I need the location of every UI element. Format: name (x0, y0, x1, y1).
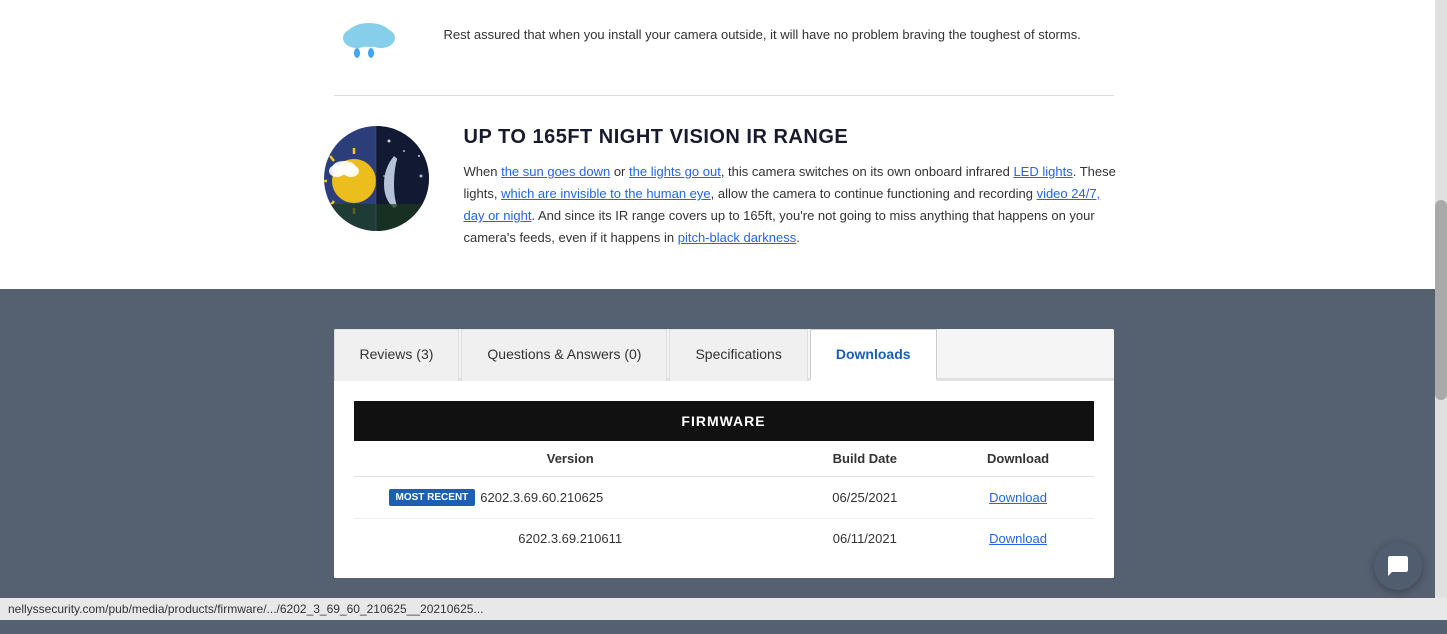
col-version: Version (354, 441, 787, 477)
download-link-1[interactable]: Download (989, 490, 1047, 505)
tabs-container: Reviews (3) Questions & Answers (0) Spec… (334, 329, 1114, 578)
tab-downloads[interactable]: Downloads (810, 329, 937, 381)
build-date-1: 06/25/2021 (787, 477, 943, 519)
tab-qa[interactable]: Questions & Answers (0) (461, 329, 667, 381)
version-number-1: 6202.3.69.60.210625 (480, 490, 603, 505)
night-vision-icon (324, 126, 434, 231)
tab-specifications[interactable]: Specifications (669, 329, 807, 381)
download-cell-1: Download (943, 477, 1094, 519)
night-vision-row: UP TO 165FT NIGHT VISION IR RANGE When t… (324, 126, 1124, 249)
firmware-table: Version Build Date Download MOST RECENT … (354, 441, 1094, 558)
build-date-2: 06/11/2021 (787, 519, 943, 559)
tabs-nav: Reviews (3) Questions & Answers (0) Spec… (334, 329, 1114, 381)
chat-button[interactable] (1374, 542, 1422, 590)
col-download: Download (943, 441, 1094, 477)
scrollbar-thumb[interactable] (1435, 200, 1447, 400)
most-recent-badge: MOST RECENT (389, 489, 476, 506)
dark-section: Reviews (3) Questions & Answers (0) Spec… (0, 289, 1447, 634)
rain-icon (324, 20, 414, 65)
version-number-2: 6202.3.69.210611 (518, 531, 622, 546)
chat-icon (1386, 554, 1410, 578)
firmware-header: FIRMWARE (354, 401, 1094, 441)
table-row: 6202.3.69.210611 06/11/2021 Download (354, 519, 1094, 559)
download-link-2[interactable]: Download (989, 531, 1047, 546)
night-vision-title: UP TO 165FT NIGHT VISION IR RANGE (464, 126, 1124, 149)
status-bar: nellyssecurity.com/pub/media/products/fi… (0, 598, 1447, 620)
scrollbar[interactable] (1435, 0, 1447, 620)
tab-content-downloads: FIRMWARE Version Build Date Download MOS… (334, 381, 1114, 578)
status-url: nellyssecurity.com/pub/media/products/fi… (8, 602, 483, 616)
rain-description: Rest assured that when you install your … (444, 20, 1081, 46)
tab-reviews[interactable]: Reviews (3) (334, 329, 460, 381)
col-build-date: Build Date (787, 441, 943, 477)
night-vision-content: UP TO 165FT NIGHT VISION IR RANGE When t… (464, 126, 1124, 249)
night-vision-description: When the sun goes down or the lights go … (464, 161, 1124, 249)
table-row: MOST RECENT 6202.3.69.60.210625 06/25/20… (354, 477, 1094, 519)
rain-row: Rest assured that when you install your … (324, 20, 1124, 65)
download-cell-2: Download (943, 519, 1094, 559)
top-section: Rest assured that when you install your … (0, 0, 1447, 289)
version-cell-2: 6202.3.69.210611 (354, 519, 787, 559)
table-header-row: Version Build Date Download (354, 441, 1094, 477)
version-with-badge: MOST RECENT 6202.3.69.60.210625 (369, 489, 772, 506)
version-cell-1: MOST RECENT 6202.3.69.60.210625 (354, 477, 787, 519)
section-divider (334, 95, 1114, 96)
